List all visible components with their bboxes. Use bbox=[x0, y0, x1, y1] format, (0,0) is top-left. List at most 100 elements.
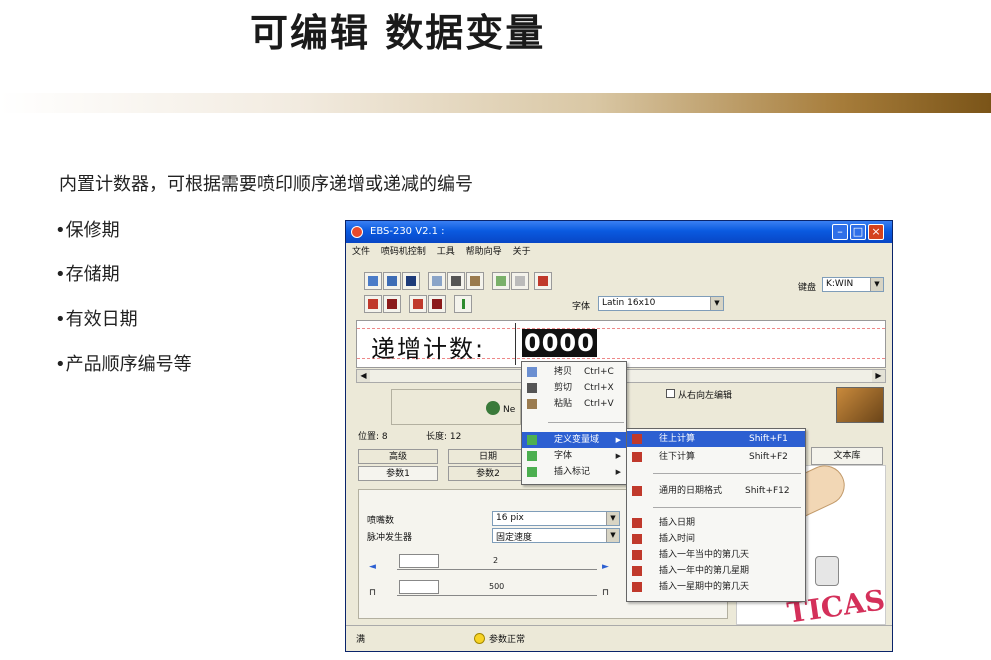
menu-printer-control[interactable]: 喷码机控制 bbox=[381, 244, 426, 257]
pen-icon[interactable] bbox=[534, 272, 552, 290]
menu-separator bbox=[653, 473, 801, 474]
save-icon[interactable] bbox=[402, 272, 420, 290]
insert-date-label: 插入日期 bbox=[659, 518, 696, 528]
submenu-insert-time[interactable]: 插入时间 bbox=[627, 531, 805, 547]
chevron-down-icon: ▼ bbox=[606, 529, 619, 542]
chevron-down-icon: ▼ bbox=[606, 512, 619, 525]
jet-off-icon[interactable] bbox=[428, 295, 446, 313]
submenu-day-of-week[interactable]: 插入一星期中的第几天 bbox=[627, 579, 805, 595]
editor-text: 递增计数: bbox=[371, 335, 486, 363]
menu-insert-mark[interactable]: 插入标记 ▶ bbox=[522, 464, 626, 480]
menu-paste[interactable]: 粘贴 Ctrl+V bbox=[522, 396, 626, 412]
font-label: 字体 bbox=[572, 302, 591, 312]
insert-time-label: 插入时间 bbox=[659, 534, 696, 544]
status-message: 参数正常 bbox=[474, 632, 525, 645]
scroll-right-icon[interactable]: ▶ bbox=[872, 370, 885, 382]
day-of-week-label: 插入一星期中的第几天 bbox=[659, 582, 750, 592]
paste-icon bbox=[527, 399, 537, 409]
intro-text: 内置计数器，可根据需要喷印顺序递增或递减的编号 bbox=[59, 174, 473, 195]
check-icon[interactable] bbox=[492, 272, 510, 290]
maximize-icon[interactable]: □ bbox=[850, 224, 866, 240]
toolbar-bottom bbox=[364, 295, 524, 315]
submenu-insert-date[interactable]: 插入日期 bbox=[627, 515, 805, 531]
keyboard-select[interactable]: K:WIN ▼ bbox=[822, 277, 884, 292]
tab-param1[interactable]: 参数1 bbox=[358, 466, 438, 481]
slider-thumb[interactable] bbox=[399, 554, 439, 568]
week-of-year-icon bbox=[632, 566, 642, 576]
bullet-warranty: •保修期 bbox=[55, 220, 120, 241]
menu-separator bbox=[548, 422, 624, 423]
cut-icon bbox=[527, 383, 537, 393]
jet-on-icon[interactable] bbox=[409, 295, 427, 313]
slider-thumb[interactable] bbox=[399, 580, 439, 594]
paste-icon[interactable] bbox=[466, 272, 484, 290]
menu-bar: 文件 喷码机控制 工具 帮助向导 关于 bbox=[346, 244, 892, 258]
pulse-label: 脉冲发生器 bbox=[367, 533, 413, 543]
window-titlebar[interactable]: EBS-230 V2.1 : – □ × bbox=[346, 221, 892, 243]
scroll-left-icon[interactable]: ◀ bbox=[357, 370, 370, 382]
week-of-year-label: 插入一年中的第几星期 bbox=[659, 566, 750, 576]
copy-icon[interactable] bbox=[428, 272, 446, 290]
submenu-arrow-icon: ▶ bbox=[615, 452, 621, 460]
submenu-date-format[interactable]: 通用的日期格式 Shift+F12 bbox=[627, 483, 805, 499]
text-cursor bbox=[515, 323, 516, 365]
menu-tools[interactable]: 工具 bbox=[437, 244, 455, 257]
bullet-serial: •产品顺序编号等 bbox=[55, 354, 192, 375]
count-down-icon bbox=[632, 452, 642, 462]
menu-define-variable[interactable]: 定义变量域 ▶ bbox=[522, 432, 626, 448]
menu-paste-shortcut: Ctrl+V bbox=[584, 399, 614, 409]
menu-paste-label: 粘贴 bbox=[554, 399, 573, 409]
print-start-icon[interactable] bbox=[364, 295, 382, 313]
new-file-icon[interactable] bbox=[364, 272, 382, 290]
rtl-edit-checkbox[interactable] bbox=[666, 389, 675, 398]
cut-icon[interactable] bbox=[447, 272, 465, 290]
menu-file[interactable]: 文件 bbox=[352, 244, 370, 257]
submenu-day-of-year[interactable]: 插入一年当中的第几天 bbox=[627, 547, 805, 563]
menu-separator bbox=[653, 507, 801, 508]
tab-date[interactable]: 日期 bbox=[448, 449, 528, 464]
minimize-icon[interactable]: – bbox=[832, 224, 848, 240]
counter-field[interactable]: 0000 bbox=[522, 329, 597, 357]
nozzle-label: 喷嘴数 bbox=[367, 516, 395, 526]
length-label: 长度: 12 bbox=[426, 432, 462, 442]
chevron-down-icon: ▼ bbox=[710, 297, 723, 310]
close-icon[interactable]: × bbox=[868, 224, 884, 240]
open-file-icon[interactable] bbox=[383, 272, 401, 290]
menu-font-label: 字体 bbox=[554, 451, 573, 461]
submenu-count-down[interactable]: 往下计算 Shift+F2 bbox=[627, 449, 805, 465]
insert-time-icon bbox=[632, 534, 642, 544]
run-text: Ne bbox=[503, 405, 516, 415]
menu-about[interactable]: 关于 bbox=[513, 244, 531, 257]
arrow-right-icon: ► bbox=[602, 562, 609, 572]
date-format-label: 通用的日期格式 bbox=[659, 486, 723, 496]
font-value: Latin 16x10 bbox=[602, 298, 656, 308]
pulse-select[interactable]: 固定速度 ▼ bbox=[492, 528, 620, 543]
run-label: Ne bbox=[486, 401, 515, 415]
submenu-count-up[interactable]: 往上计算 Shift+F1 bbox=[627, 431, 805, 447]
submenu-week-of-year[interactable]: 插入一年中的第几星期 bbox=[627, 563, 805, 579]
menu-copy[interactable]: 拷贝 Ctrl+C bbox=[522, 364, 626, 380]
tab-param2[interactable]: 参数2 bbox=[448, 466, 528, 481]
app-logo-icon bbox=[351, 226, 363, 238]
count-up-icon bbox=[632, 434, 642, 444]
keyboard-label: 键盘 bbox=[798, 283, 817, 293]
tab-text-library[interactable]: 文本库 bbox=[811, 447, 883, 465]
check-disabled-icon[interactable] bbox=[511, 272, 529, 290]
position-label: 位置: 8 bbox=[358, 432, 388, 442]
tab-advanced[interactable]: 高级 bbox=[358, 449, 438, 464]
slider1-value: 2 bbox=[493, 556, 499, 565]
menu-insert-mark-label: 插入标记 bbox=[554, 467, 591, 477]
nozzle-select[interactable]: 16 pix ▼ bbox=[492, 511, 620, 526]
title-gradient-bar bbox=[0, 93, 991, 113]
print-stop-icon[interactable] bbox=[383, 295, 401, 313]
menu-cut[interactable]: 剪切 Ctrl+X bbox=[522, 380, 626, 396]
menu-cut-shortcut: Ctrl+X bbox=[584, 383, 614, 393]
menu-define-variable-label: 定义变量域 bbox=[554, 435, 600, 445]
day-of-week-icon bbox=[632, 582, 642, 592]
delay-icon: ⊓ bbox=[369, 588, 377, 598]
font-select[interactable]: Latin 16x10 ▼ bbox=[598, 296, 724, 311]
pulse-value: 固定速度 bbox=[496, 533, 533, 543]
text-cursor-icon[interactable] bbox=[454, 295, 472, 313]
menu-help-wizard[interactable]: 帮助向导 bbox=[466, 244, 502, 257]
menu-font[interactable]: 字体 ▶ bbox=[522, 448, 626, 464]
